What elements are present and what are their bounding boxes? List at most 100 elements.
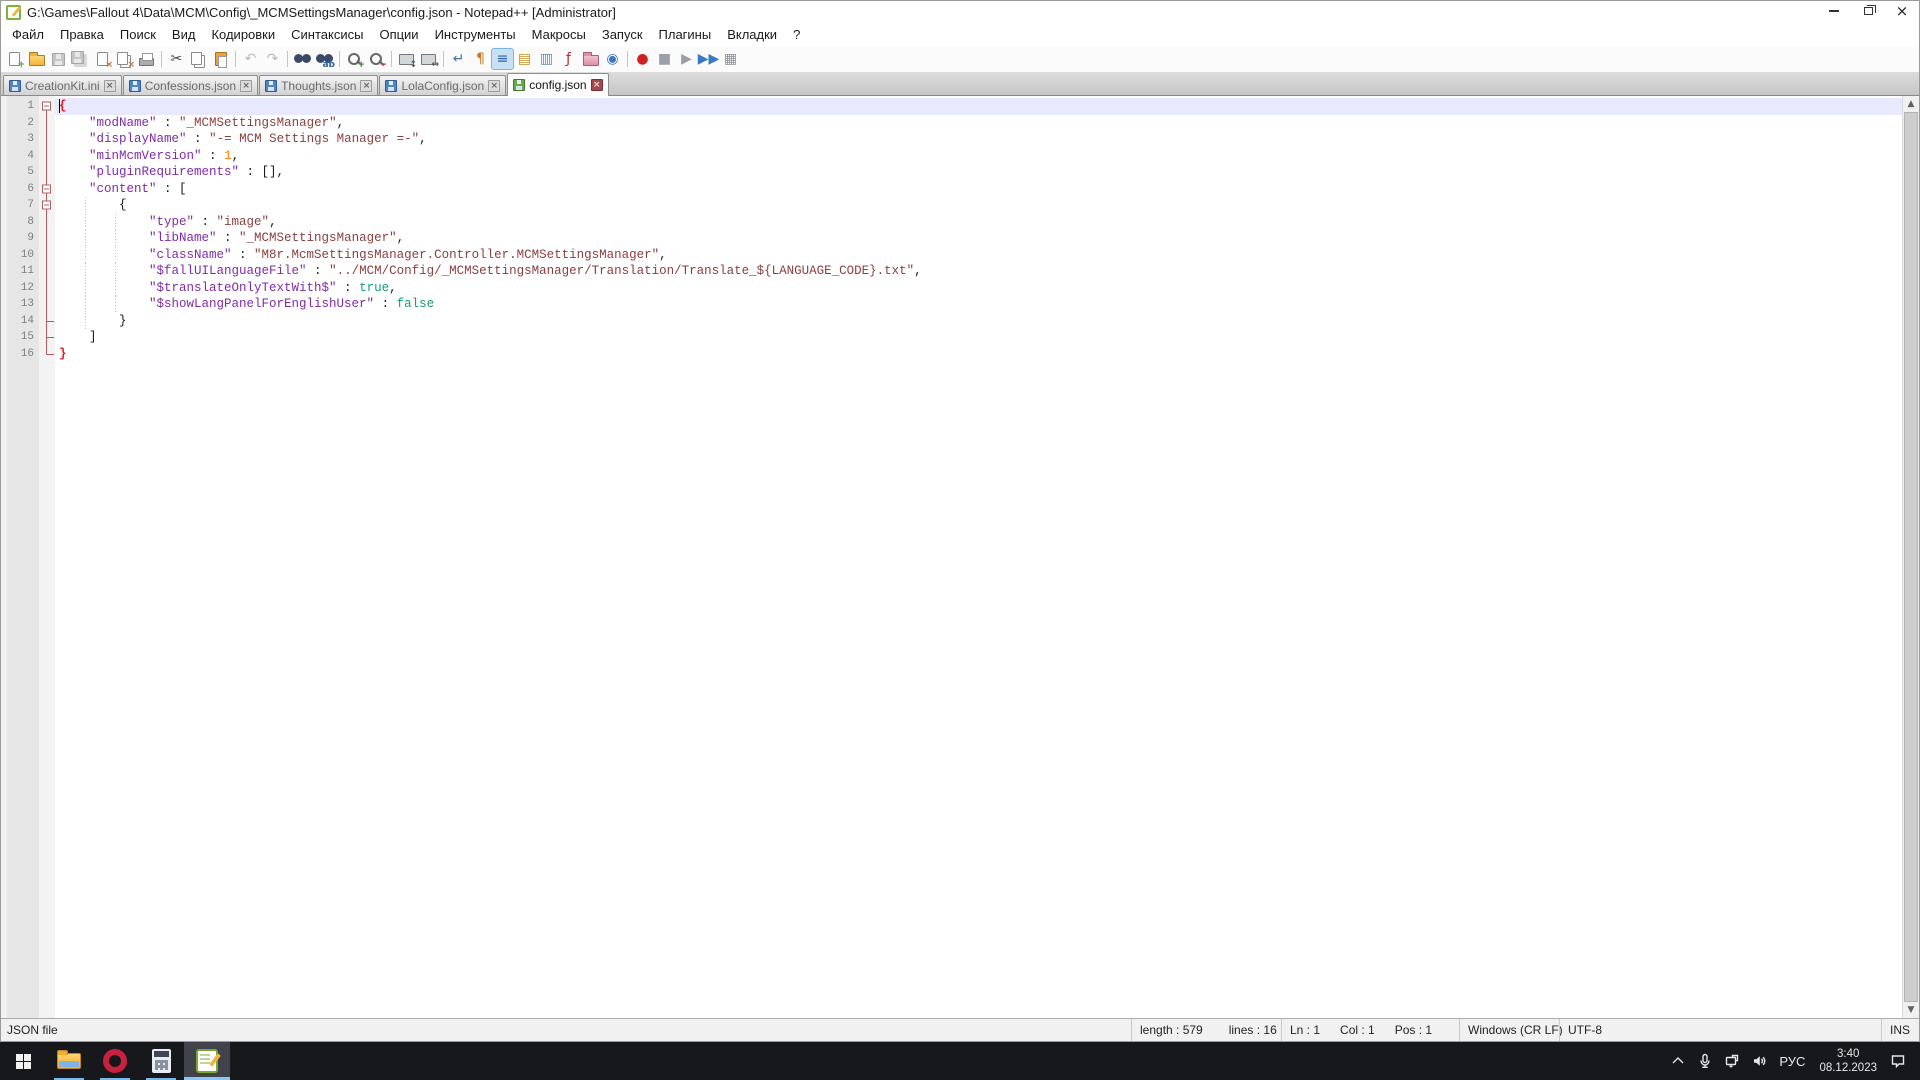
- redo-button[interactable]: ↷: [262, 49, 283, 69]
- language-indicator[interactable]: РУС: [1772, 1054, 1812, 1069]
- start-button[interactable]: [0, 1042, 46, 1080]
- code-text[interactable]: "modName" : "_MCMSettingsManager",: [55, 115, 1902, 132]
- tab-config-json[interactable]: config.json×: [507, 73, 608, 96]
- show-indent-guide-button[interactable]: ≡: [492, 49, 513, 69]
- scrollbar-thumb[interactable]: [1904, 112, 1918, 1002]
- code-text[interactable]: "$fallUILanguageFile" : "../MCM/Config/_…: [55, 263, 1902, 280]
- fold-toggle[interactable]: [39, 98, 55, 115]
- menu-plugins[interactable]: Плагины: [651, 25, 720, 45]
- saved-file-icon: [9, 80, 21, 92]
- close-button[interactable]: ×: [92, 49, 113, 69]
- sync-horizontal-scroll-button[interactable]: ↔: [418, 49, 439, 69]
- eol-format-label[interactable]: Windows (CR LF): [1459, 1019, 1559, 1041]
- column-label: Col : 1: [1340, 1023, 1375, 1037]
- code-text[interactable]: {: [55, 197, 1902, 214]
- scroll-up-icon[interactable]: ▲: [1903, 96, 1919, 112]
- code-text[interactable]: }: [55, 313, 1902, 330]
- open-file-button[interactable]: [26, 49, 47, 69]
- menu-file[interactable]: Файл: [4, 25, 52, 45]
- vertical-scrollbar[interactable]: ▲ ▼: [1902, 96, 1919, 1018]
- code-text[interactable]: "minMcmVersion" : 1,: [55, 148, 1902, 165]
- code-text[interactable]: "$translateOnlyTextWith$" : true,: [55, 280, 1902, 297]
- menu-macros[interactable]: Макросы: [524, 25, 594, 45]
- replace-button[interactable]: ab: [314, 49, 335, 69]
- close-all-button[interactable]: ×: [114, 49, 135, 69]
- code-text[interactable]: ]: [55, 329, 1902, 346]
- document-list-button[interactable]: ▥: [536, 49, 557, 69]
- encoding-label[interactable]: UTF-8: [1559, 1019, 1881, 1041]
- menu-tabs[interactable]: Вкладки: [719, 25, 785, 45]
- code-text[interactable]: "pluginRequirements" : [],: [55, 164, 1902, 181]
- monitoring-button[interactable]: ◉: [602, 49, 623, 69]
- clock[interactable]: 3:40 08.12.2023: [1812, 1047, 1884, 1075]
- menu-run[interactable]: Запуск: [594, 25, 651, 45]
- stop-recording-button[interactable]: ■: [654, 49, 675, 69]
- tab-close-icon[interactable]: ×: [360, 80, 372, 92]
- microphone-icon: [1697, 1053, 1713, 1069]
- scroll-down-icon[interactable]: ▼: [1903, 1002, 1919, 1018]
- tab-creationkit-ini[interactable]: CreationKit.ini×: [3, 75, 122, 95]
- action-center-button[interactable]: [1884, 1042, 1911, 1080]
- minimize-button[interactable]: [1817, 1, 1851, 21]
- menu-search[interactable]: Поиск: [112, 25, 164, 45]
- document-map-icon: ▤: [518, 52, 531, 66]
- tab-close-icon[interactable]: ×: [591, 79, 603, 91]
- zoom-out-button[interactable]: −: [366, 49, 387, 69]
- save-button[interactable]: [48, 49, 69, 69]
- paste-button[interactable]: [210, 49, 231, 69]
- code-text[interactable]: {: [55, 98, 1902, 115]
- code-text[interactable]: "displayName" : "-= MCM Settings Manager…: [55, 131, 1902, 148]
- insert-mode-label[interactable]: INS: [1881, 1019, 1919, 1041]
- menu-edit[interactable]: Правка: [52, 25, 112, 45]
- network-tray-button[interactable]: [1718, 1042, 1745, 1080]
- menu-help[interactable]: ?: [785, 25, 808, 45]
- record-macro-button[interactable]: ●: [632, 49, 653, 69]
- tab-confessions-json[interactable]: Confessions.json×: [123, 75, 258, 95]
- find-button[interactable]: [292, 49, 313, 69]
- save-all-button[interactable]: [70, 49, 91, 69]
- code-text[interactable]: "className" : "M8r.McmSettingsManager.Co…: [55, 247, 1902, 264]
- folder-as-workspace-button[interactable]: [580, 49, 601, 69]
- playback-macro-button[interactable]: ▶: [676, 49, 697, 69]
- new-file-button[interactable]: +: [4, 49, 25, 69]
- calculator-button[interactable]: [138, 1042, 184, 1080]
- zoom-in-button[interactable]: +: [344, 49, 365, 69]
- file-explorer-button[interactable]: [46, 1042, 92, 1080]
- tab-thoughts-json[interactable]: Thoughts.json×: [259, 75, 378, 95]
- undo-button[interactable]: ↶: [240, 49, 261, 69]
- cut-button[interactable]: ✂: [166, 49, 187, 69]
- code-text[interactable]: }: [55, 346, 1902, 363]
- copy-button[interactable]: [188, 49, 209, 69]
- code-text[interactable]: "libName" : "_MCMSettingsManager",: [55, 230, 1902, 247]
- volume-tray-button[interactable]: [1745, 1042, 1772, 1080]
- save-macro-button[interactable]: ▦: [720, 49, 741, 69]
- tab-lolaconfig-json[interactable]: LolaConfig.json×: [379, 75, 506, 95]
- opera-gx-button[interactable]: [92, 1042, 138, 1080]
- sync-vertical-scroll-button[interactable]: ↕: [396, 49, 417, 69]
- tab-close-icon[interactable]: ×: [240, 80, 252, 92]
- tab-close-icon[interactable]: ×: [488, 80, 500, 92]
- document-map-button[interactable]: ▤: [514, 49, 535, 69]
- code-text[interactable]: "$showLangPanelForEnglishUser" : false: [55, 296, 1902, 313]
- close-window-button[interactable]: ×: [1885, 1, 1919, 21]
- microphone-tray-button[interactable]: [1691, 1042, 1718, 1080]
- code-text[interactable]: "type" : "image",: [55, 214, 1902, 231]
- menu-encodings[interactable]: Кодировки: [203, 25, 283, 45]
- editor[interactable]: 1{2 "modName" : "_MCMSettingsManager",3 …: [1, 96, 1919, 1018]
- menu-view[interactable]: Вид: [164, 25, 204, 45]
- function-list-button[interactable]: ƒ: [558, 49, 579, 69]
- notepad-plus-plus-taskbar-button[interactable]: [184, 1042, 230, 1080]
- menu-syntaxes[interactable]: Синтаксисы: [283, 25, 371, 45]
- fold-toggle[interactable]: [39, 197, 55, 214]
- code-text[interactable]: "content" : [: [55, 181, 1902, 198]
- show-all-characters-button[interactable]: ¶: [470, 49, 491, 69]
- run-macro-multiple-button[interactable]: ▶▶: [698, 49, 719, 69]
- tab-close-icon[interactable]: ×: [104, 80, 116, 92]
- tray-expand-button[interactable]: [1664, 1042, 1691, 1080]
- word-wrap-button[interactable]: ↵: [448, 49, 469, 69]
- restore-button[interactable]: [1851, 1, 1885, 21]
- fold-toggle[interactable]: [39, 181, 55, 198]
- menu-tools[interactable]: Инструменты: [427, 25, 524, 45]
- print-button[interactable]: [136, 49, 157, 69]
- menu-options[interactable]: Опции: [371, 25, 426, 45]
